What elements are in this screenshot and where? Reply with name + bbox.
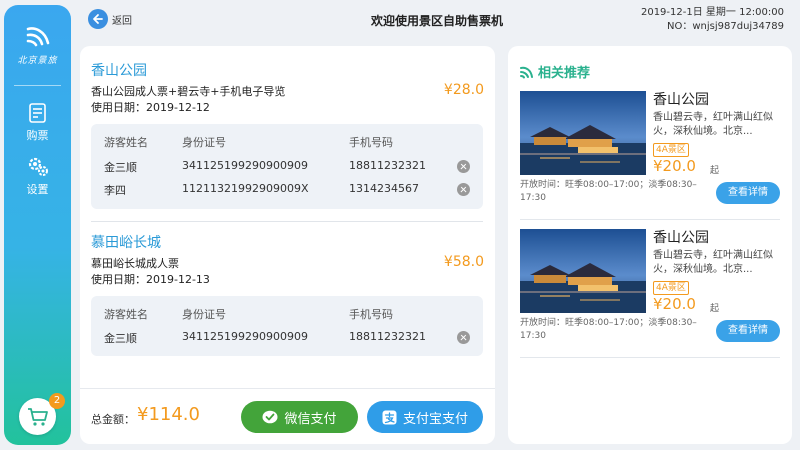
col-header-phone: 手机号码: [349, 308, 393, 321]
remove-visitor-icon[interactable]: [457, 160, 470, 173]
visitor-phone: 18811232321: [349, 159, 426, 172]
remove-visitor-icon[interactable]: [457, 183, 470, 196]
col-header-phone: 手机号码: [349, 136, 393, 149]
visitor-phone: 18811232321: [349, 330, 426, 343]
group-divider: [91, 221, 483, 222]
ticket-icon: [28, 103, 46, 123]
card-divider: [520, 219, 780, 220]
logo: 北京景旅: [4, 23, 71, 66]
logo-text: 北京景旅: [17, 56, 58, 66]
alipay-button[interactable]: 支付宝支付: [367, 401, 483, 433]
order-price: ¥58.0: [443, 254, 484, 270]
view-details-button[interactable]: 查看详情: [716, 182, 780, 204]
visitor-table: 游客姓名 身份证号 手机号码 金三顺 341125199290900909 18…: [91, 124, 483, 209]
back-arrow-icon: [88, 9, 108, 29]
cart-count-badge: 2: [49, 393, 65, 409]
cart-icon: [28, 408, 48, 426]
sidebar-item-settings[interactable]: 设置: [4, 155, 71, 197]
scenic-price: ¥20.0: [653, 157, 696, 175]
order-ticket-name: 慕田峪长城成人票: [91, 257, 179, 270]
recommend-card: 香山公园 香山碧云寺，红叶满山红似火，深秋仙境。北京... 4A景区 ¥20.0…: [520, 229, 780, 365]
price-unit: 起: [710, 304, 720, 314]
sidebar-item-label: 设置: [26, 183, 49, 196]
card-divider: [520, 357, 780, 358]
total-value: ¥114.0: [137, 404, 200, 425]
sidebar: 北京景旅 购票 设置 2: [4, 5, 71, 445]
total-label: 总金额：: [91, 413, 135, 426]
sidebar-divider: [14, 85, 61, 86]
datetime-info: 2019-12-1日 星期一 12:00:00 NO：wnjsj987duj34…: [641, 6, 784, 34]
scenic-price: ¥20.0: [653, 295, 696, 313]
visitor-id: 11211321992909009X: [182, 182, 309, 195]
page-title: 欢迎使用景区自助售票机: [371, 14, 504, 28]
scenic-rating-badge: 4A景区: [653, 281, 689, 295]
alipay-icon: [382, 410, 397, 425]
sidebar-item-label: 购票: [26, 129, 49, 142]
wechat-icon: [262, 410, 278, 424]
view-details-button[interactable]: 查看详情: [716, 320, 780, 342]
cart-button[interactable]: 2: [19, 393, 65, 435]
sidebar-item-buy-ticket[interactable]: 购票: [4, 101, 71, 143]
visitor-name: 李四: [104, 184, 126, 197]
scenic-description: 香山碧云寺，红叶满山红似火，深秋仙境。北京...: [653, 112, 773, 137]
col-header-id: 身份证号: [182, 308, 226, 321]
scenic-name: 香山公园: [653, 230, 709, 246]
back-button[interactable]: 返回: [88, 9, 132, 29]
price-unit: 起: [710, 166, 720, 176]
order-use-date: 使用日期：2019-12-13: [91, 273, 210, 286]
col-header-name: 游客姓名: [104, 308, 148, 321]
order-site-name: 香山公园: [91, 63, 147, 79]
order-ticket-name: 香山公园成人票+碧云寺+手机电子导览: [91, 85, 286, 98]
back-label: 返回: [112, 15, 132, 27]
recommend-panel: 相关推荐 香山公园 香山碧云寺，红叶满山红似火，深秋仙境。北京... 4A景区 …: [508, 46, 792, 444]
visitor-table: 游客姓名 身份证号 手机号码 金三顺 341125199290900909 18…: [91, 296, 483, 356]
visitor-id: 341125199290900909: [182, 330, 308, 343]
visitor-phone: 1314234567: [349, 182, 419, 195]
scenic-name: 香山公园: [653, 92, 709, 108]
gear-icon: [28, 157, 48, 176]
opening-hours: 开放时间：旺季08:00–17:00；淡季08:30–17:30: [520, 318, 697, 341]
visitor-id: 341125199290900909: [182, 159, 308, 172]
scenic-description: 香山碧云寺，红叶满山红似火，深秋仙境。北京...: [653, 250, 773, 275]
alipay-label: 支付宝支付: [402, 411, 468, 427]
footer-divider: [80, 388, 495, 389]
serial-number: NO：wnjsj987duj34789: [667, 21, 784, 32]
visitor-name: 金三顺: [104, 161, 137, 174]
order-use-date: 使用日期：2019-12-12: [91, 101, 210, 114]
opening-hours: 开放时间：旺季08:00–17:00；淡季08:30–17:30: [520, 180, 697, 203]
datetime-text: 2019-12-1日 星期一 12:00:00: [640, 7, 784, 18]
order-price: ¥28.0: [443, 82, 484, 98]
col-header-name: 游客姓名: [104, 136, 148, 149]
visitor-name: 金三顺: [104, 332, 137, 345]
wechat-pay-label: 微信支付: [284, 411, 337, 427]
logo-icon: [26, 27, 49, 47]
scenic-photo[interactable]: [520, 229, 646, 313]
order-panel: 香山公园 香山公园成人票+碧云寺+手机电子导览 使用日期：2019-12-12 …: [80, 46, 495, 444]
remove-visitor-icon[interactable]: [457, 331, 470, 344]
scenic-rating-badge: 4A景区: [653, 143, 689, 157]
order-site-name: 慕田峪长城: [91, 235, 161, 251]
wechat-pay-button[interactable]: 微信支付: [241, 401, 358, 433]
col-header-id: 身份证号: [182, 136, 226, 149]
recommend-title-text: 相关推荐: [538, 66, 591, 81]
recommend-title: 相关推荐: [520, 62, 590, 81]
recommend-logo-icon: [520, 66, 533, 78]
scenic-photo[interactable]: [520, 91, 646, 175]
recommend-card: 香山公园 香山碧云寺，红叶满山红似火，深秋仙境。北京... 4A景区 ¥20.0…: [520, 91, 780, 227]
